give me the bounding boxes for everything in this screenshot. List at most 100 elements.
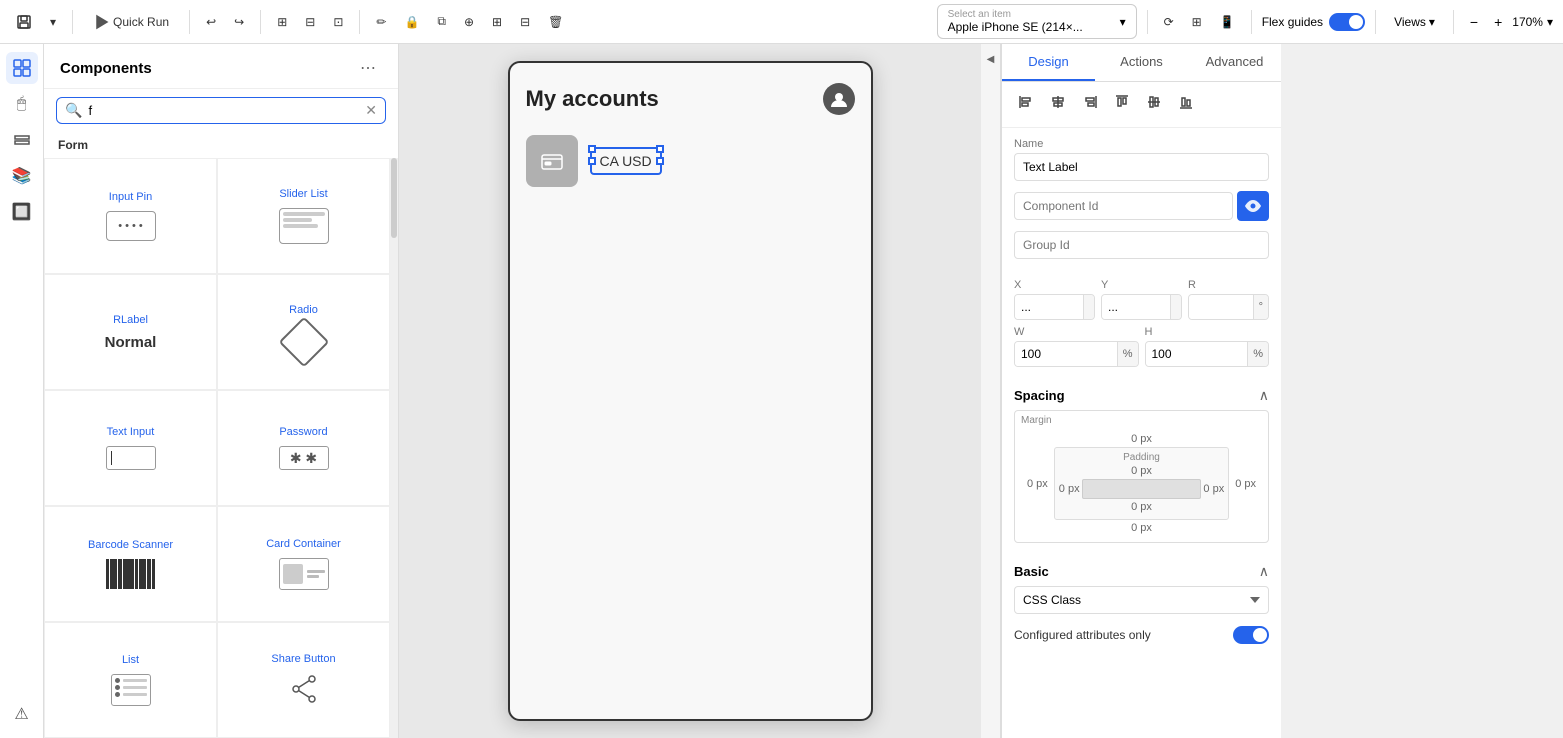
tab-design[interactable]: Design [1002, 44, 1095, 81]
search-input-wrap: 🔍 ✕ [56, 97, 386, 124]
component-rlabel-label: RLabel [113, 314, 148, 326]
text-input-icon [106, 446, 156, 470]
tool-btn-5[interactable]: 🔒 [398, 11, 425, 33]
h-field: H % [1145, 326, 1270, 367]
component-password[interactable]: Password ✱ ✱ [217, 390, 390, 506]
component-card-container[interactable]: Card Container [217, 506, 390, 622]
sidebar-icon-cursor[interactable]: 🖱 [6, 88, 38, 120]
zoom-out-btn[interactable]: − [1464, 12, 1484, 32]
canvas-area[interactable]: My accounts [399, 44, 981, 738]
redo-btn[interactable]: ↪ [228, 11, 250, 33]
align-top-btn[interactable] [1108, 90, 1136, 119]
tool-btn-1[interactable]: ⊞ [271, 11, 293, 33]
main-area: 🖱 📚 🔲 ⚠ Components ⋯ 🔍 ✕ Form [0, 44, 1563, 738]
sidebar-icon-components[interactable] [6, 52, 38, 84]
search-clear-button[interactable]: ✕ [365, 102, 377, 119]
coord-row-xyr: X Y [1014, 279, 1269, 320]
y-label: Y [1101, 279, 1182, 291]
undo-btn[interactable]: ↩ [200, 11, 222, 33]
padding-mid-row: 0 px 0 px [1059, 479, 1224, 499]
sidebar-icon-assets[interactable]: 📚 [6, 160, 38, 192]
component-barcode-scanner[interactable]: Barcode Scanner [44, 506, 217, 622]
list-icon [111, 674, 151, 706]
align-bottom-btn[interactable] [1172, 90, 1200, 119]
save-btn[interactable] [10, 10, 38, 34]
views-button[interactable]: Views▾ [1386, 11, 1443, 33]
configured-attributes-toggle[interactable] [1233, 626, 1269, 644]
align-center-h-btn[interactable] [1044, 90, 1072, 119]
flex-guides-control: Flex guides [1262, 13, 1365, 31]
r-input[interactable] [1189, 295, 1253, 319]
right-panel-collapse-arrow[interactable]: ◀ [981, 44, 1001, 738]
align-right-btn[interactable] [1076, 90, 1104, 119]
handle-ml[interactable] [588, 157, 596, 165]
panel-menu-button[interactable]: ⋯ [354, 56, 382, 80]
sep1 [72, 10, 73, 34]
w-input[interactable] [1015, 342, 1117, 366]
sidebar-icon-layers[interactable] [6, 124, 38, 156]
basic-title: Basic [1014, 564, 1049, 579]
sidebar-icon-plugins[interactable]: 🔲 [6, 196, 38, 228]
tab-actions[interactable]: Actions [1095, 44, 1188, 81]
y-field: Y [1101, 279, 1182, 320]
tool-btn-9[interactable]: ⊟ [514, 11, 536, 33]
css-class-select[interactable]: CSS Class [1014, 586, 1269, 614]
tab-advanced[interactable]: Advanced [1188, 44, 1281, 81]
sidebar-icon-alerts[interactable]: ⚠ [6, 698, 38, 730]
component-rlabel[interactable]: RLabel Normal [44, 274, 217, 390]
delete-btn[interactable]: 🗑 [542, 11, 569, 33]
tool-btn-7[interactable]: ⊕ [458, 11, 480, 33]
spacing-inner-area: 0 px 0 px Padding 0 px [1023, 433, 1260, 534]
tool-btn-3[interactable]: ⊡ [327, 11, 349, 33]
component-list[interactable]: List [44, 622, 217, 738]
component-radio[interactable]: Radio [217, 274, 390, 390]
component-id-eye-button[interactable] [1237, 191, 1269, 221]
scrollbar-thumb[interactable] [391, 158, 397, 238]
component-input-pin[interactable]: Input Pin • • • • [44, 158, 217, 274]
margin-right-val: 0 px [1231, 478, 1260, 490]
radio-icon [278, 317, 329, 368]
tool-btn-6[interactable]: ⧉ [431, 10, 452, 33]
y-input[interactable] [1102, 295, 1170, 319]
content-placeholder [1082, 479, 1202, 499]
card-container-icon [279, 558, 329, 590]
handle-tl[interactable] [588, 145, 596, 153]
search-input[interactable] [88, 103, 359, 118]
name-input[interactable] [1014, 153, 1269, 181]
margin-top-val: 0 px [1131, 433, 1152, 445]
component-text-input[interactable]: Text Input [44, 390, 217, 506]
tool-btn-2[interactable]: ⊟ [299, 11, 321, 33]
refresh-btn[interactable]: ⟳ [1158, 11, 1180, 33]
h-input[interactable] [1146, 342, 1248, 366]
section-form-label: Form [44, 132, 398, 158]
component-slider-list[interactable]: Slider List [217, 158, 390, 274]
group-id-input[interactable] [1014, 231, 1269, 259]
padding-top-row: 0 px [1059, 465, 1224, 477]
tool-btn-4[interactable]: ✏ [370, 11, 392, 33]
spacing-collapse-btn[interactable]: ∧ [1259, 387, 1269, 404]
w-field: W % [1014, 326, 1139, 367]
panel-header: Components ⋯ [44, 44, 398, 89]
view-btn-1[interactable]: ⊞ [1186, 11, 1208, 33]
component-share-button[interactable]: Share Button [217, 622, 390, 738]
flex-guides-toggle[interactable] [1329, 13, 1365, 31]
properties-section: Name [1002, 128, 1281, 279]
device-name: Apple iPhone SE (214×... [948, 20, 1083, 34]
zoom-in-btn[interactable]: + [1488, 12, 1508, 32]
align-middle-btn[interactable] [1140, 90, 1168, 119]
basic-collapse-btn[interactable]: ∧ [1259, 563, 1269, 580]
align-left-btn[interactable] [1012, 90, 1040, 119]
component-password-label: Password [279, 426, 327, 438]
handle-tr[interactable] [656, 145, 664, 153]
x-input[interactable] [1015, 295, 1083, 319]
quick-run-button[interactable]: Quick Run [83, 10, 179, 34]
dropdown-btn[interactable]: ▾ [44, 11, 62, 33]
view-btn-2[interactable]: 📱 [1214, 11, 1241, 33]
handle-mr[interactable] [656, 157, 664, 165]
components-panel: Components ⋯ 🔍 ✕ Form Input Pin • • • • … [44, 44, 399, 738]
device-selector[interactable]: Select an item Apple iPhone SE (214×... … [937, 4, 1137, 39]
component-id-input[interactable] [1014, 192, 1233, 220]
tool-btn-8[interactable]: ⊞ [486, 11, 508, 33]
scrollbar-track[interactable] [390, 158, 398, 738]
padding-bottom-val: 0 px [1131, 501, 1152, 513]
